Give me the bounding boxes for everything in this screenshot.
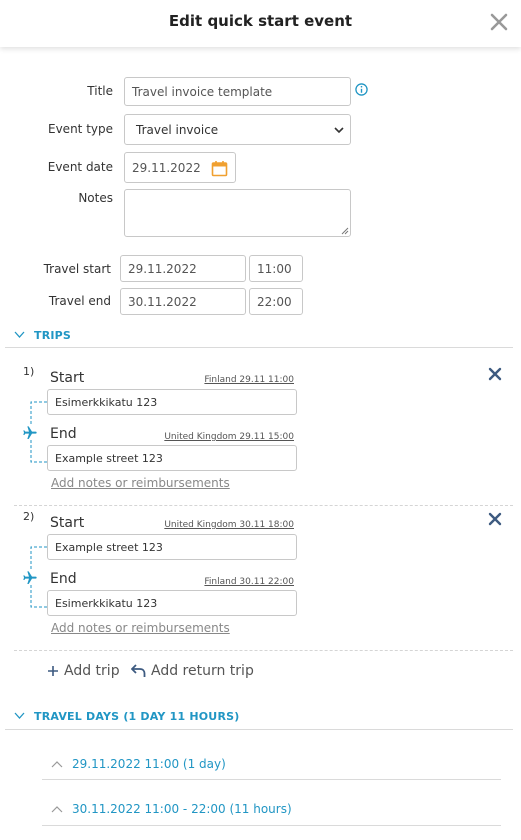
trip-start-label: Start bbox=[50, 515, 85, 531]
event-date-value: 29.11.2022 bbox=[132, 160, 201, 175]
trip-number: 1) bbox=[23, 365, 35, 378]
trips-section-header[interactable]: TRIPS bbox=[34, 329, 71, 342]
trip-number: 2) bbox=[23, 510, 35, 523]
travel-day-row[interactable]: 29.11.2022 11:00 (1 day) bbox=[51, 757, 226, 771]
add-notes-link[interactable]: Add notes or reimbursements bbox=[51, 476, 230, 490]
add-return-trip-label: Add return trip bbox=[151, 663, 254, 679]
close-icon[interactable] bbox=[489, 12, 509, 32]
notes-textarea[interactable] bbox=[124, 189, 351, 237]
dialog-header: Edit quick start event bbox=[0, 0, 521, 47]
travel-days-section-header[interactable]: TRAVEL DAYS (1 DAY 11 HOURS) bbox=[34, 710, 239, 723]
travel-day-row[interactable]: 30.11.2022 11:00 - 22:00 (11 hours) bbox=[51, 802, 292, 816]
remove-trip-icon[interactable] bbox=[488, 367, 502, 381]
chevron-down-icon[interactable] bbox=[14, 711, 25, 720]
add-notes-link[interactable]: Add notes or reimbursements bbox=[51, 621, 230, 635]
travel-end-time-input[interactable]: 22:00 bbox=[249, 288, 303, 315]
add-return-trip-button[interactable]: Add return trip bbox=[131, 663, 254, 679]
plane-icon bbox=[23, 571, 37, 584]
plane-icon bbox=[23, 426, 37, 439]
trip-end-meta[interactable]: Finland 30.11 22:00 bbox=[170, 577, 294, 587]
calendar-icon[interactable] bbox=[211, 160, 228, 177]
divider bbox=[5, 347, 513, 348]
trip-separator bbox=[14, 650, 513, 651]
travel-day-label: 30.11.2022 11:00 - 22:00 (11 hours) bbox=[72, 802, 292, 816]
trip-start-address-input[interactable]: Example street 123 bbox=[47, 534, 297, 560]
trip-start-meta[interactable]: United Kingdom 30.11 18:00 bbox=[150, 520, 294, 530]
trip-start-label: Start bbox=[50, 370, 85, 386]
plus-icon bbox=[48, 666, 58, 676]
add-trip-button[interactable]: Add trip bbox=[47, 663, 120, 679]
chevron-up-icon bbox=[51, 805, 63, 812]
title-label: Title bbox=[87, 84, 113, 98]
divider bbox=[42, 779, 501, 780]
trip-start-meta[interactable]: Finland 29.11 11:00 bbox=[170, 375, 294, 385]
travel-end-date-input[interactable]: 30.11.2022 bbox=[120, 288, 246, 315]
event-type-select[interactable]: Travel invoice bbox=[124, 114, 351, 145]
info-icon[interactable] bbox=[355, 83, 368, 96]
title-input[interactable]: Travel invoice template bbox=[124, 77, 351, 106]
undo-icon bbox=[131, 664, 146, 677]
resize-grip-icon[interactable] bbox=[340, 226, 349, 235]
travel-end-label: Travel end bbox=[48, 294, 111, 308]
trip-end-label: End bbox=[50, 571, 77, 587]
trip-end-meta[interactable]: United Kingdom 29.11 15:00 bbox=[150, 432, 294, 442]
trip-separator bbox=[14, 505, 513, 506]
event-date-label: Event date bbox=[47, 160, 113, 174]
remove-trip-icon[interactable] bbox=[488, 512, 502, 526]
divider bbox=[42, 825, 501, 826]
dialog-title: Edit quick start event bbox=[168, 12, 353, 30]
travel-start-label: Travel start bbox=[43, 262, 111, 276]
chevron-down-icon[interactable] bbox=[14, 330, 25, 339]
trip-end-address-input[interactable]: Esimerkkikatu 123 bbox=[47, 590, 297, 616]
trip-end-address-input[interactable]: Example street 123 bbox=[47, 445, 297, 471]
add-trip-label: Add trip bbox=[64, 663, 120, 679]
divider bbox=[5, 729, 513, 730]
event-type-label: Event type bbox=[48, 122, 113, 136]
trip-end-label: End bbox=[50, 426, 77, 442]
event-date-input[interactable]: 29.11.2022 bbox=[124, 152, 236, 183]
chevron-down-icon bbox=[334, 127, 344, 134]
travel-start-time-input[interactable]: 11:00 bbox=[249, 255, 303, 282]
notes-label: Notes bbox=[78, 191, 113, 205]
travel-start-date-input[interactable]: 29.11.2022 bbox=[120, 255, 246, 282]
chevron-up-icon bbox=[51, 760, 63, 767]
event-type-value: Travel invoice bbox=[136, 122, 219, 137]
trip-start-address-input[interactable]: Esimerkkikatu 123 bbox=[47, 389, 297, 415]
travel-day-label: 29.11.2022 11:00 (1 day) bbox=[72, 757, 226, 771]
